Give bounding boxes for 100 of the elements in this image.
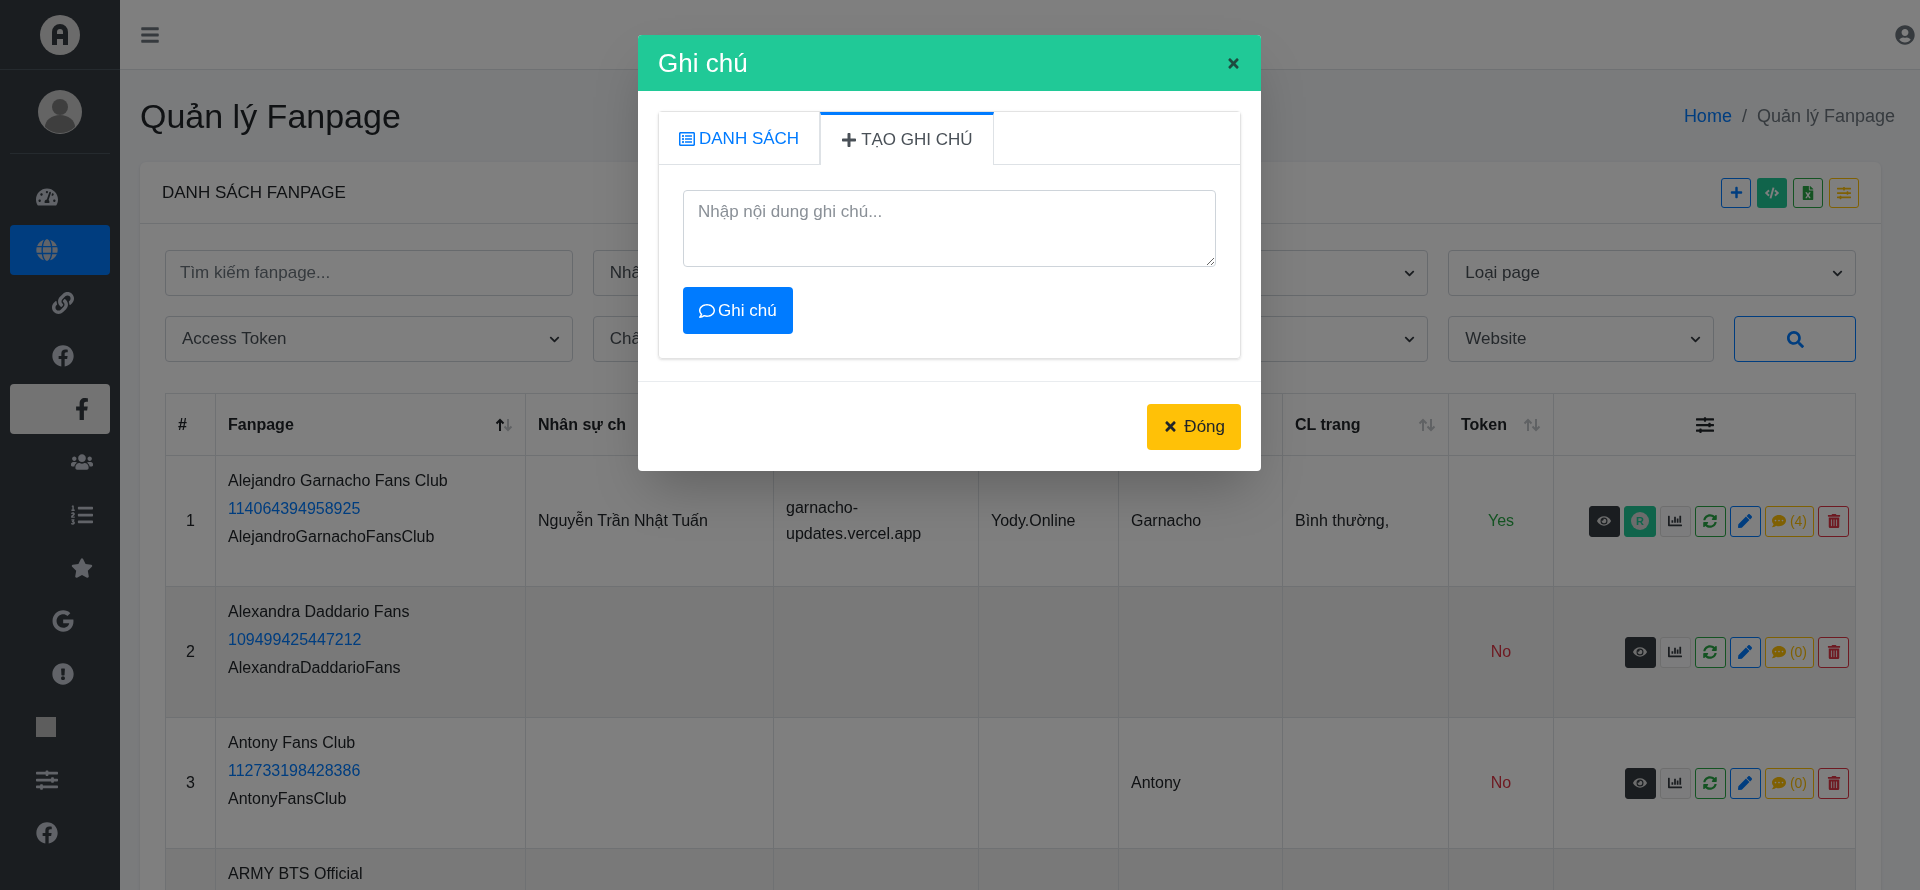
code-button[interactable] (1757, 177, 1787, 208)
table-cell: 2 (165, 586, 216, 718)
sync-button[interactable] (1694, 636, 1726, 668)
user-icon[interactable] (1895, 24, 1915, 45)
sync-button[interactable] (1694, 767, 1726, 799)
table-cell-text: Garnacho (1131, 511, 1203, 531)
chart-button[interactable] (1659, 505, 1691, 537)
sidebar-item[interactable] (10, 384, 110, 434)
sliders-icon (36, 769, 58, 791)
sidebar-item[interactable] (10, 225, 110, 275)
view-button[interactable] (1624, 767, 1656, 799)
comment-count: (0) (1789, 642, 1807, 662)
numbered-list-icon (71, 504, 93, 526)
close-modal-button[interactable]: Đóng (1147, 403, 1241, 450)
spreadsheet-icon (1801, 185, 1815, 200)
eye-icon (1633, 776, 1648, 790)
fanpage-id-link[interactable]: 109499425447212 (228, 629, 513, 651)
fanpage-id-link[interactable]: 114064394958925 (228, 498, 513, 520)
select-field[interactable]: Loại page (1448, 250, 1856, 296)
close-button[interactable] (1226, 55, 1241, 71)
chart-button[interactable] (1659, 767, 1691, 799)
edit-button[interactable] (1729, 767, 1761, 799)
plus-icon (1729, 186, 1743, 199)
token-status: No (1490, 774, 1512, 791)
eye-icon (1597, 514, 1612, 528)
fanpage-username: AlexandraDaddarioFans (228, 658, 402, 678)
select-value: Website (1465, 328, 1527, 351)
select-value: Loại page (1465, 262, 1540, 285)
table-cell-text: Yody.Online (991, 511, 1077, 531)
table-cell-text: garnacho-updates.vercel.app (786, 498, 923, 544)
pencil-icon (1738, 645, 1753, 659)
modal-title: Ghi chú (658, 46, 748, 80)
add-button[interactable] (1721, 177, 1751, 208)
speech-bubble-icon (1771, 776, 1786, 790)
column-header[interactable]: CL trang (1282, 393, 1449, 456)
breadcrumb-link[interactable]: Home (1683, 102, 1732, 130)
delete-button[interactable] (1818, 767, 1849, 799)
sync-icon (1703, 645, 1718, 659)
table-cell-text: Antony (1131, 773, 1182, 793)
breadcrumb-current: Quản lý Fanpage (1756, 104, 1895, 128)
r-badge: R (1630, 512, 1649, 530)
speech-bubble-icon (1771, 514, 1786, 528)
delete-button[interactable] (1818, 636, 1849, 668)
comment-count: (0) (1789, 773, 1807, 793)
close-icon (1226, 55, 1241, 71)
search-icon (1786, 330, 1804, 348)
star-icon (71, 557, 93, 579)
header-label: CL trang (1295, 414, 1361, 435)
exclamation-icon (52, 663, 74, 685)
excel-button[interactable] (1793, 177, 1823, 208)
view-button[interactable] (1588, 505, 1620, 537)
sync-button[interactable] (1694, 505, 1726, 537)
edit-button[interactable] (1729, 505, 1761, 537)
list-icon (679, 130, 695, 147)
table-cell: 1 (165, 455, 216, 587)
eye-icon (1633, 645, 1648, 659)
facebook-icon (36, 822, 58, 844)
bar-chart-icon (1668, 645, 1683, 659)
bar-chart-icon (1668, 514, 1683, 528)
users-icon (71, 451, 93, 473)
sliders-icon[interactable] (1695, 415, 1714, 434)
note-textarea[interactable]: Nhập nội dung ghi chú... (683, 190, 1216, 267)
fanpage-name: Alexandra Daddario Fans (228, 602, 411, 622)
trash-icon (1826, 776, 1841, 790)
comment-count: (4) (1789, 511, 1807, 531)
fanpage-username: AntonyFansClub (228, 789, 348, 809)
bar-chart-icon (1668, 776, 1683, 790)
tab[interactable]: TẠO GHI CHÚ (820, 112, 994, 165)
column-header[interactable]: Fanpage (215, 393, 526, 456)
speech-bubble-icon (699, 302, 715, 319)
card-title: DANH SÁCH FANPAGE (162, 181, 346, 204)
column-header[interactable]: Token (1448, 393, 1554, 456)
gauge-icon (36, 186, 58, 208)
logo-image (36, 717, 56, 737)
facebook-icon (52, 345, 74, 367)
delete-button[interactable] (1818, 505, 1849, 537)
note-submit-button[interactable]: Ghi chú (683, 287, 793, 334)
menu-icon[interactable] (140, 24, 160, 45)
edit-button[interactable] (1729, 636, 1761, 668)
select-field[interactable]: Website (1448, 316, 1714, 362)
table-cell-text: Nguyễn Trần Nhật Tuấn (538, 510, 709, 531)
header-label: # (178, 414, 187, 435)
fanpage-name: Alejandro Garnacho Fans Club (228, 471, 449, 491)
chart-button[interactable] (1659, 636, 1691, 668)
pencil-icon (1738, 776, 1753, 790)
search-button[interactable] (1734, 316, 1856, 362)
view-button[interactable] (1624, 636, 1656, 668)
select-field[interactable]: Access Token (165, 316, 573, 362)
speech-bubble-icon (1771, 645, 1786, 659)
sort-icon[interactable] (495, 417, 513, 432)
avatar-icon (38, 89, 82, 134)
fanpage-username: AlejandroGarnachoFansClub (228, 527, 436, 547)
plus-icon (841, 132, 858, 148)
search-field[interactable]: Tìm kiếm fanpage... (165, 250, 573, 296)
fanpage-id-link[interactable]: 112733198428386 (228, 760, 513, 782)
fanpage-name: ARMY BTS Official (228, 864, 364, 884)
table-cell-text: Bình thường, (1295, 511, 1391, 531)
code-icon (1765, 185, 1779, 200)
globe-icon (36, 239, 58, 261)
header-label: Fanpage (228, 414, 294, 435)
